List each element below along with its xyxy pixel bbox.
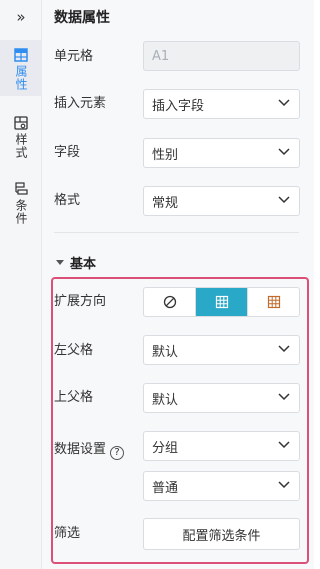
properties-panel: 数据属性 单元格 A1 插入元素 插入字段 字段 性别 格式 常规 基本 扩展方… (42, 0, 314, 569)
chevron-down-icon (278, 196, 290, 204)
data-setting-label: 数据设置? (54, 440, 125, 460)
section-basic-title: 基本 (70, 257, 97, 272)
chevron-down-icon (278, 345, 290, 353)
expand-horizontal-option[interactable] (248, 288, 299, 316)
format-label: 格式 (54, 193, 81, 208)
insert-label: 插入元素 (54, 96, 107, 111)
side-rail: » 属性 样式 条件 (0, 0, 42, 569)
cell-field: A1 (143, 41, 300, 71)
none-icon (163, 295, 176, 309)
chevron-down-icon (278, 99, 290, 107)
vertical-expand-icon (215, 295, 228, 309)
tab-style[interactable]: 样式 (0, 110, 42, 166)
field-select[interactable]: 性别 (143, 138, 300, 168)
help-icon[interactable]: ? (110, 446, 125, 460)
cell-value: A1 (152, 48, 170, 64)
top-parent-select[interactable]: 默认 (143, 383, 300, 413)
caret-down-icon (56, 260, 64, 265)
expand-direction-toggle[interactable] (143, 287, 300, 317)
data-setting-mode-value: 普通 (152, 480, 179, 496)
section-basic[interactable]: 基本 (56, 253, 96, 272)
tab-properties[interactable]: 属性 (0, 40, 42, 96)
expand-none-option[interactable] (144, 288, 196, 316)
collapse-icon[interactable]: » (0, 4, 42, 30)
left-parent-value: 默认 (152, 344, 179, 360)
chevron-down-icon (278, 441, 290, 449)
expand-label: 扩展方向 (54, 294, 107, 309)
left-parent-select[interactable]: 默认 (143, 335, 300, 365)
condition-icon (15, 182, 28, 195)
panel-title: 数据属性 (54, 10, 110, 26)
chevron-down-icon (278, 481, 290, 489)
horizontal-expand-icon (267, 295, 280, 309)
data-setting-select[interactable]: 分组 (143, 431, 300, 461)
left-parent-label: 左父格 (54, 343, 94, 358)
data-setting-value: 分组 (152, 440, 179, 456)
tab-properties-label: 属性 (14, 65, 28, 91)
insert-select[interactable]: 插入字段 (143, 89, 300, 119)
tab-condition[interactable]: 条件 (0, 176, 42, 232)
format-select[interactable]: 常规 (143, 186, 300, 216)
data-setting-label-text: 数据设置 (54, 442, 107, 457)
style-icon (14, 116, 28, 130)
chevron-down-icon (278, 393, 290, 401)
tab-style-label: 样式 (14, 133, 28, 159)
chevron-down-icon (278, 148, 290, 156)
filter-label: 筛选 (54, 526, 81, 541)
field-label: 字段 (54, 145, 81, 160)
top-parent-label: 上父格 (54, 390, 94, 405)
grid-icon (14, 48, 28, 62)
insert-value: 插入字段 (152, 98, 205, 114)
tab-condition-label: 条件 (14, 199, 28, 225)
format-value: 常规 (152, 195, 179, 211)
data-setting-mode-select[interactable]: 普通 (143, 471, 300, 501)
cell-label: 单元格 (54, 49, 94, 64)
expand-vertical-option[interactable] (196, 288, 248, 316)
field-value: 性别 (152, 147, 179, 163)
divider (54, 232, 299, 233)
top-parent-value: 默认 (152, 392, 179, 408)
configure-filter-button[interactable]: 配置筛选条件 (143, 518, 300, 550)
